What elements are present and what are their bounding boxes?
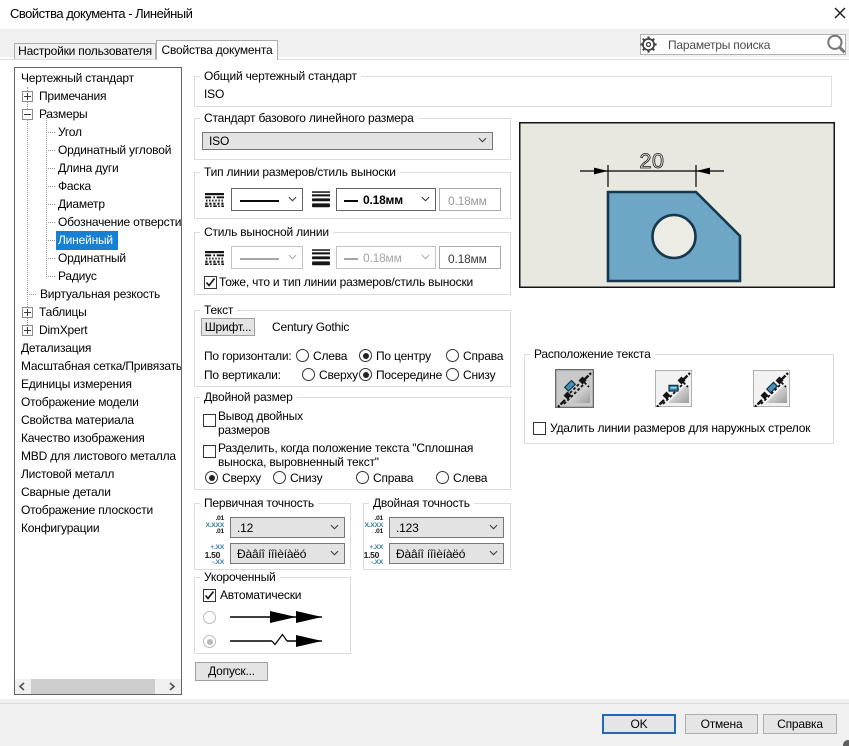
svg-text:20: 20 <box>640 149 665 173</box>
